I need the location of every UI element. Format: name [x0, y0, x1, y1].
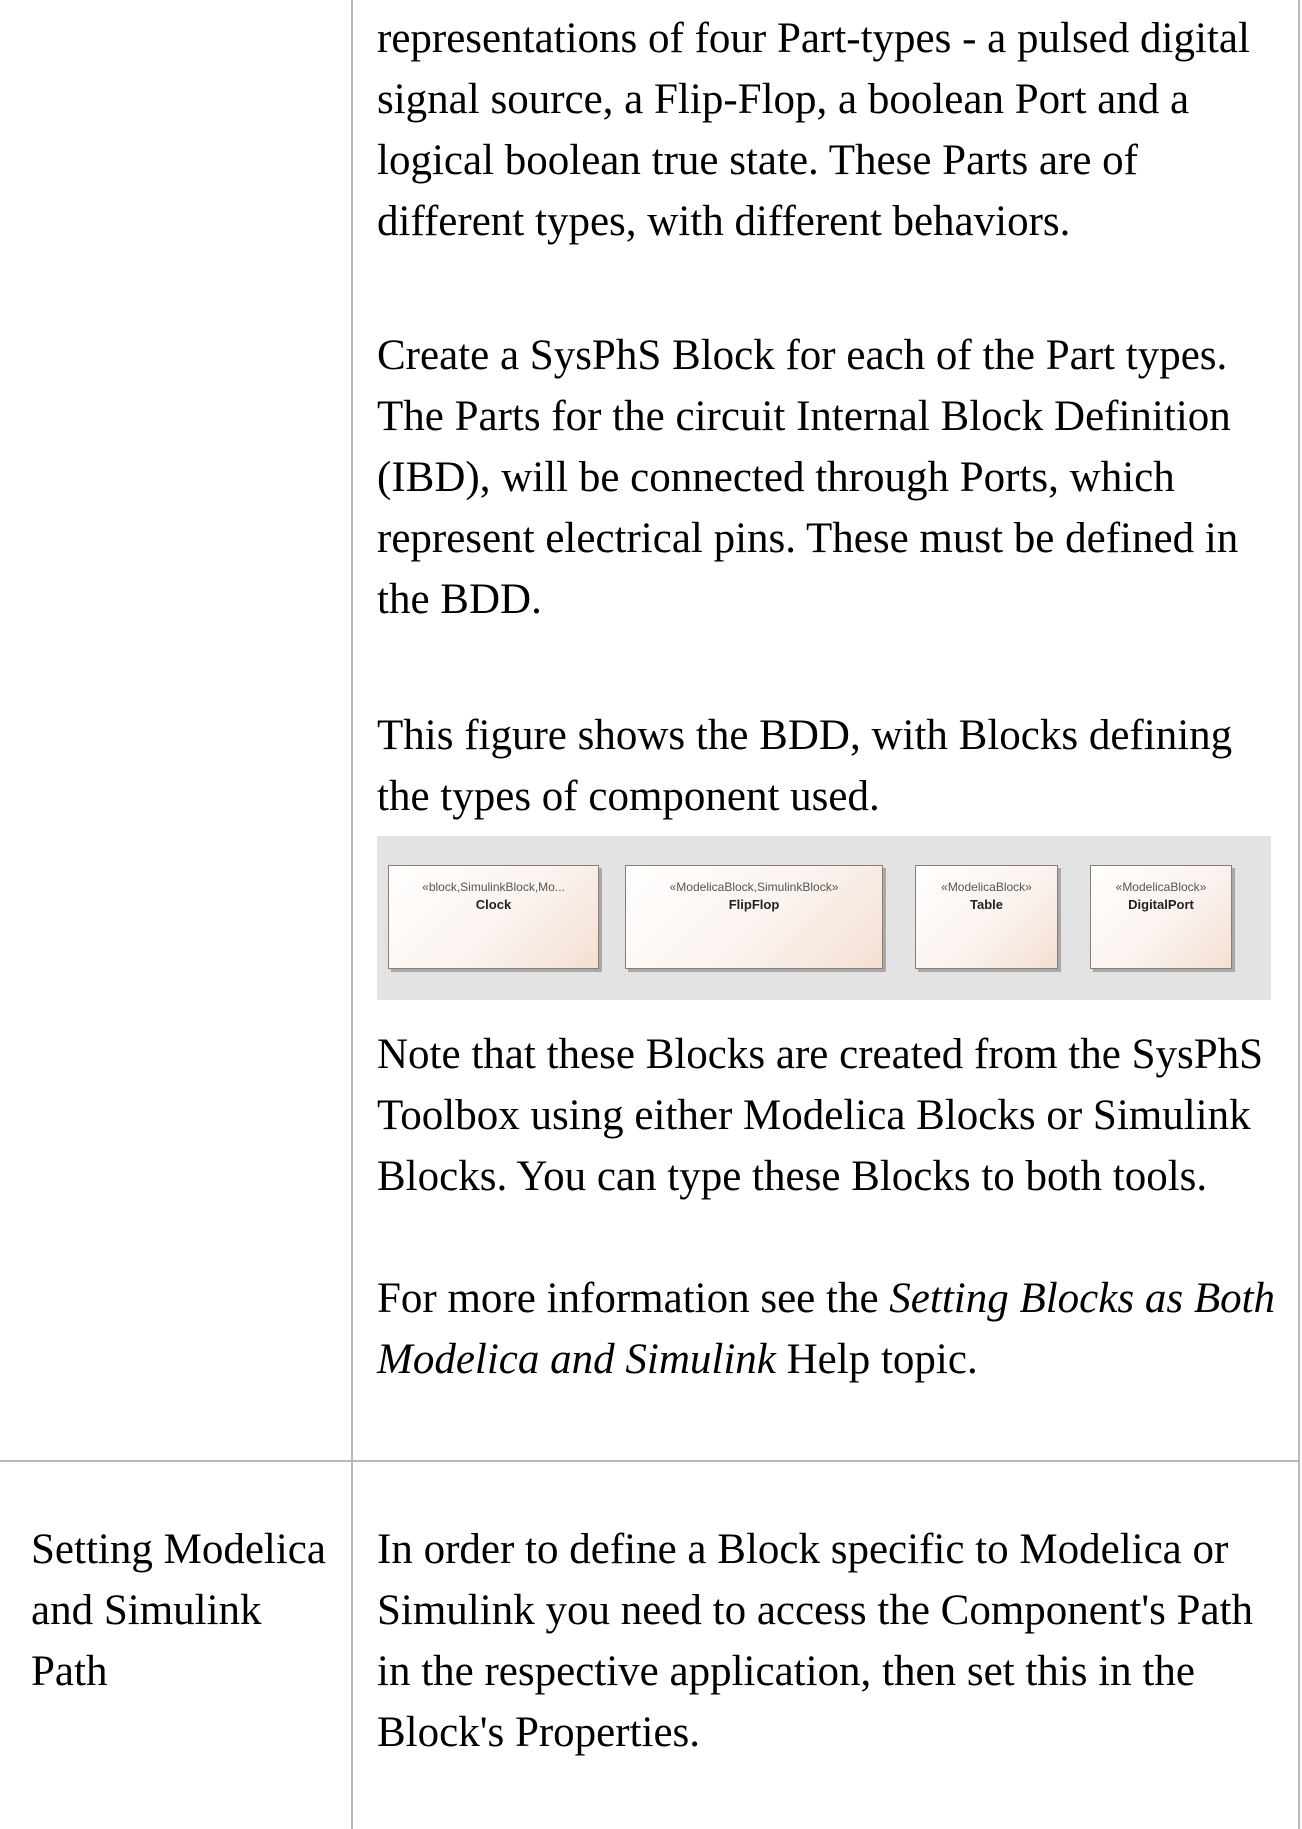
block-stereotype: «block,SimulinkBlock,Mo... [422, 880, 565, 894]
paragraph-setting-path: In order to define a Block specific to M… [377, 1526, 1253, 1756]
block-name: FlipFlop [728, 897, 780, 912]
more-info-prefix: For more information see the [377, 1275, 890, 1322]
paragraph-toolbox-note: Note that these Blocks are created from … [377, 1031, 1264, 1200]
more-info-suffix: Help topic. [775, 1336, 978, 1383]
paragraph-figure-intro: This figure shows the BDD, with Blocks d… [377, 712, 1233, 820]
row-label-setting-path: Setting Modelica and Simulink Path [31, 1526, 326, 1695]
column-divider [351, 0, 353, 1829]
content-table: representations of four Part-types - a p… [0, 0, 1302, 1829]
bdd-figure: «block,SimulinkBlock,Mo... Clock «Modeli… [377, 836, 1271, 1000]
block-stereotype: «ModelicaBlock» [1115, 880, 1207, 894]
table-right-border [1298, 0, 1300, 1829]
block-name: DigitalPort [1128, 897, 1194, 912]
block-name: Clock [475, 897, 512, 912]
paragraph-part-types: representations of four Part-types - a p… [377, 15, 1250, 245]
block-digitalport: «ModelicaBlock» DigitalPort [1090, 865, 1232, 969]
block-name: Table [970, 897, 1003, 912]
paragraph-more-info: For more information see the Setting Blo… [377, 1268, 1282, 1390]
block-table: «ModelicaBlock» Table [915, 865, 1058, 969]
block-clock: «block,SimulinkBlock,Mo... Clock [388, 865, 599, 969]
row-divider [0, 1460, 1300, 1462]
block-stereotype: «ModelicaBlock» [941, 880, 1032, 894]
block-flipflop: «ModelicaBlock,SimulinkBlock» FlipFlop [625, 865, 883, 969]
paragraph-create-blocks: Create a SysPhS Block for each of the Pa… [377, 332, 1239, 623]
block-stereotype: «ModelicaBlock,SimulinkBlock» [669, 880, 839, 894]
